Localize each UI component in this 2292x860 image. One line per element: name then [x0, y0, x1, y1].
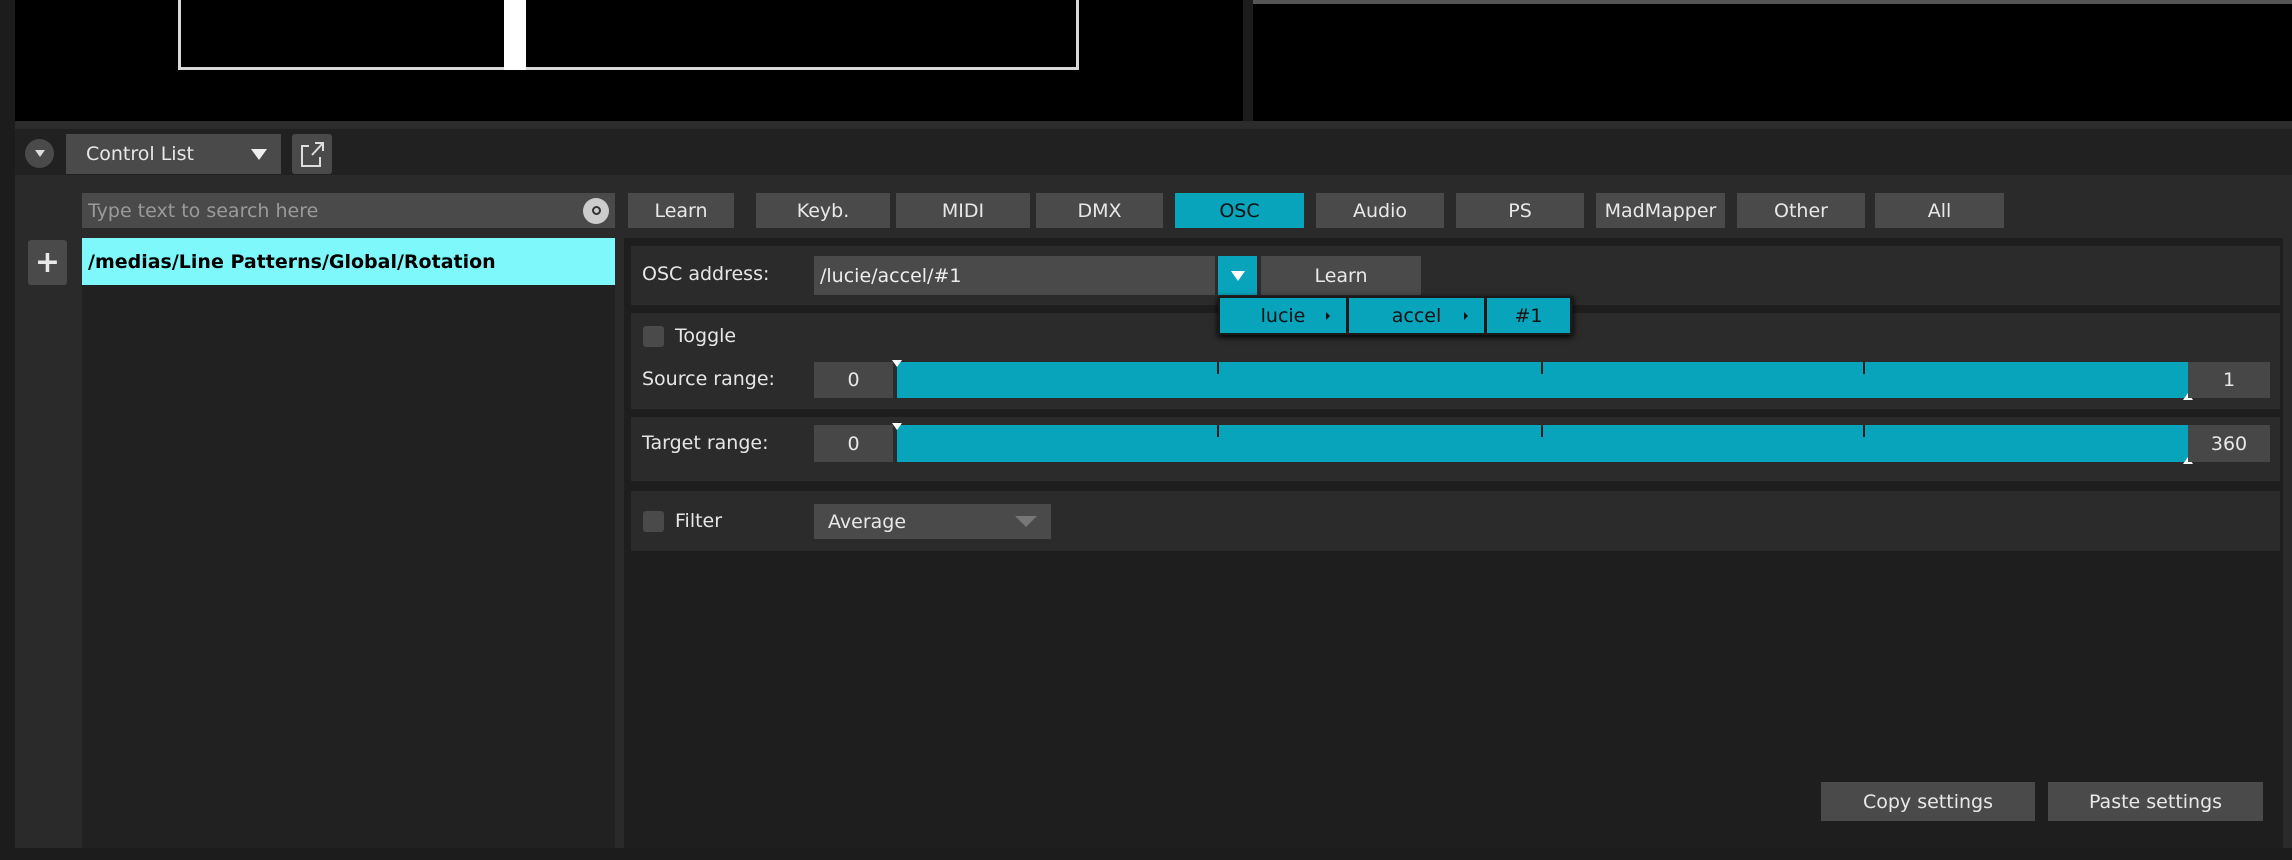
paste-settings-button[interactable]: Paste settings: [2048, 782, 2263, 821]
osc-learn-button[interactable]: Learn: [1261, 256, 1421, 295]
target-max-field[interactable]: 360: [2188, 425, 2270, 462]
chevron-right-icon: [1464, 311, 1468, 320]
osc-address-input[interactable]: /lucie/accel/#1: [814, 256, 1215, 295]
source-range-label: Source range:: [642, 368, 775, 390]
source-range-slider[interactable]: [892, 360, 2193, 400]
chevron-down-icon: [251, 148, 267, 160]
source-max-field[interactable]: 1: [2188, 362, 2270, 398]
slider-tick: [1541, 362, 1543, 374]
filter-tab-keyb[interactable]: Keyb.: [756, 193, 890, 228]
filter-tab-all[interactable]: All: [1875, 193, 2004, 228]
target-min-field[interactable]: 0: [814, 425, 893, 462]
view-select[interactable]: Control List: [66, 134, 281, 174]
menu-item[interactable]: #1: [1487, 298, 1570, 333]
filter-label: Filter: [675, 510, 723, 532]
preview-bar: [504, 0, 526, 70]
filter-tab-dmx[interactable]: DMX: [1036, 193, 1163, 228]
add-control-button[interactable]: +: [28, 240, 67, 285]
plus-icon: +: [34, 245, 61, 280]
slider-tick: [1541, 425, 1543, 437]
search-icon[interactable]: [583, 197, 609, 224]
osc-address-value: /lucie/accel/#1: [820, 264, 962, 287]
filter-tab-learn[interactable]: Learn: [628, 193, 734, 228]
slider-tick: [1863, 425, 1865, 437]
preview-right: [1253, 0, 2292, 121]
slider-tick: [1863, 362, 1865, 374]
search-input[interactable]: [88, 199, 583, 222]
toolbar: [15, 129, 2292, 175]
range-min-handle[interactable]: [892, 360, 902, 367]
list-item-label: /medias/Line Patterns/Global/Rotation: [88, 250, 496, 273]
external-link-icon: [301, 142, 324, 167]
chevron-down-icon: [34, 150, 45, 157]
toggle-label: Toggle: [675, 325, 737, 347]
filter-tab-midi[interactable]: MIDI: [896, 193, 1030, 228]
copy-settings-button[interactable]: Copy settings: [1821, 782, 2035, 821]
search-box: [82, 193, 615, 228]
separator: [15, 121, 2292, 129]
chevron-down-icon: [1230, 270, 1245, 281]
list-item[interactable]: /medias/Line Patterns/Global/Rotation: [82, 238, 615, 285]
filter-tab-ps[interactable]: PS: [1456, 193, 1584, 228]
chevron-down-icon: [1015, 516, 1037, 527]
osc-address-dropdown[interactable]: [1218, 256, 1257, 295]
filter-tab-audio[interactable]: Audio: [1316, 193, 1444, 228]
toggle-checkbox[interactable]: [643, 326, 664, 347]
slider-tick: [1217, 425, 1219, 437]
menu-item-label: lucie: [1260, 304, 1306, 327]
filter-checkbox[interactable]: [643, 511, 664, 532]
menu-item-label: #1: [1514, 304, 1543, 327]
menu-item[interactable]: lucie: [1220, 298, 1346, 333]
chevron-right-icon: [1326, 311, 1330, 320]
filter-tab-osc[interactable]: OSC: [1175, 193, 1304, 228]
filter-select-value: Average: [828, 510, 907, 533]
source-min-field[interactable]: 0: [814, 362, 893, 398]
preview-frame: [178, 0, 1079, 70]
collapse-button[interactable]: [25, 139, 54, 168]
control-list: [82, 238, 615, 848]
target-range-label: Target range:: [642, 432, 769, 454]
filter-select[interactable]: Average: [814, 504, 1051, 539]
filter-tab-other[interactable]: Other: [1737, 193, 1865, 228]
target-range-slider[interactable]: [892, 423, 2193, 464]
slider-tick: [1217, 362, 1219, 374]
range-min-handle[interactable]: [892, 423, 902, 430]
menu-item-label: accel: [1391, 304, 1442, 327]
external-window-button[interactable]: [292, 134, 332, 174]
filter-tab-madmapper[interactable]: MadMapper: [1596, 193, 1725, 228]
osc-address-label: OSC address:: [642, 263, 770, 285]
menu-item[interactable]: accel: [1349, 298, 1484, 333]
